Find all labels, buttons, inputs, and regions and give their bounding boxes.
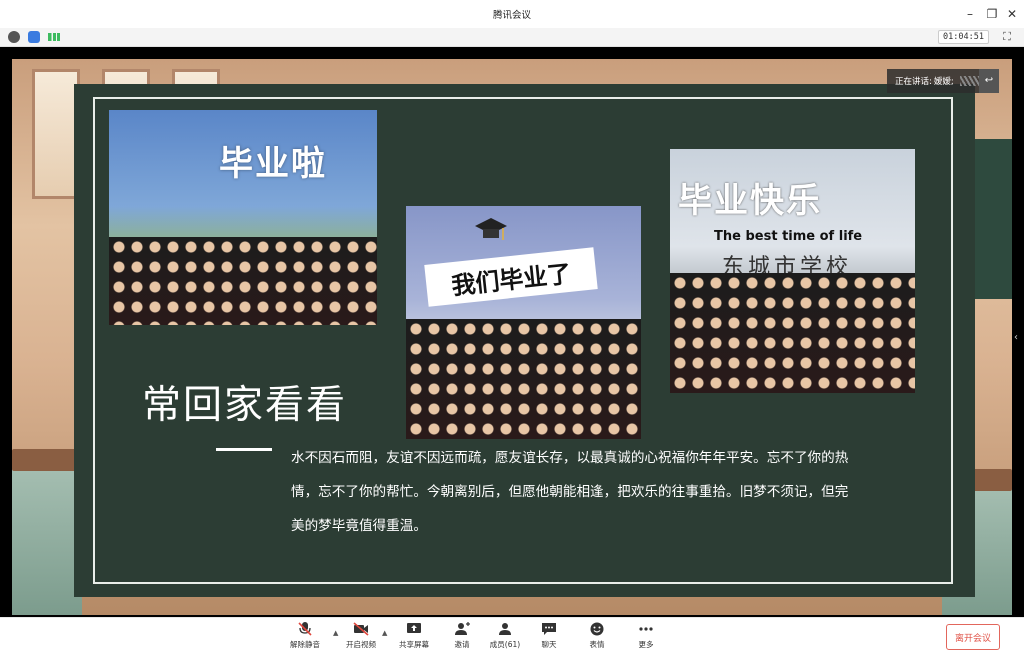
shared-screen-stage: 毕业啦 我们毕业了 毕业快乐 The best time of life 东城市… <box>0 47 1024 617</box>
close-icon[interactable]: ✕ <box>1000 0 1024 28</box>
background-desk <box>12 459 82 615</box>
invite-icon <box>455 622 470 635</box>
fullscreen-icon[interactable]: ⛶ <box>1000 30 1014 44</box>
leave-meeting-button[interactable]: 离开会议 <box>946 624 1000 650</box>
camera-off-icon <box>353 622 369 636</box>
chevron-left-icon[interactable]: ‹ <box>1014 332 1022 348</box>
emoji-icon <box>590 622 604 636</box>
mic-muted-icon <box>298 622 312 636</box>
unmute-button[interactable]: 解除静音 <box>277 622 333 654</box>
start-video-label: 开启视频 <box>346 640 376 649</box>
share-screen-label: 共享屏幕 <box>399 640 429 649</box>
graduation-photo-2: 我们毕业了 <box>406 206 641 439</box>
photo3-title: 毕业快乐 <box>678 181 822 221</box>
background-chalkboard <box>972 139 1012 299</box>
graduates-crowd <box>109 237 377 325</box>
photo2-banner: 我们毕业了 <box>424 247 598 307</box>
members-label: 成员(61) <box>489 640 521 649</box>
reactions-button[interactable]: 表情 <box>569 622 625 654</box>
minimize-icon[interactable]: – <box>958 0 982 28</box>
start-video-button[interactable]: 开启视频 <box>333 622 389 654</box>
reactions-label: 表情 <box>589 640 605 649</box>
graduates-crowd <box>670 273 915 393</box>
heading-underline <box>216 448 272 451</box>
more-button[interactable]: 更多 <box>618 622 674 654</box>
slide-paragraph: 水不因石而阻，友谊不因远而疏，愿友谊长存，以最真诚的心祝福你年年平安。忘不了你的… <box>291 450 849 534</box>
more-icon <box>639 627 653 631</box>
chat-label: 聊天 <box>541 640 557 649</box>
background-window <box>32 69 80 199</box>
speaker-name: 嫒嫒; <box>933 77 954 87</box>
invite-label: 邀请 <box>454 640 470 649</box>
speaking-indicator: 正在讲话: 嫒嫒; ↩ <box>887 69 999 93</box>
graduation-photo-3: 毕业快乐 The best time of life 东城市学校 <box>670 149 915 393</box>
graduation-cap-icon <box>475 218 507 240</box>
photo1-caption: 毕业啦 <box>219 144 327 184</box>
meeting-toolbar: 解除静音 ▲ 开启视频 ▲ 共享屏幕 邀请 成员(61) 聊天 表情 更多 离开… <box>0 617 1024 655</box>
info-icon[interactable] <box>8 31 20 43</box>
photo2-caption: 我们毕业了 <box>450 259 573 300</box>
speaking-label: 正在讲话: <box>895 77 932 87</box>
signal-icon[interactable] <box>48 33 60 41</box>
background-desk-top <box>12 449 82 471</box>
photo3-subtitle: The best time of life <box>714 229 863 244</box>
title-bar: 腾讯会议 – ❐ ✕ <box>0 0 1024 28</box>
shield-icon[interactable] <box>28 31 40 43</box>
meeting-info-bar: 01:04:51 ⛶ <box>0 28 1024 47</box>
more-label: 更多 <box>638 640 654 649</box>
unmute-label: 解除静音 <box>290 640 320 649</box>
slide-heading: 常回家看看 <box>142 383 348 428</box>
graduation-photo-1: 毕业啦 <box>109 110 377 325</box>
graduates-crowd <box>406 319 641 439</box>
return-icon[interactable]: ↩ <box>979 69 999 93</box>
meeting-timer: 01:04:51 <box>938 30 989 44</box>
members-icon <box>499 623 511 635</box>
chat-icon <box>542 623 556 635</box>
share-screen-icon <box>407 623 421 633</box>
chalkboard-slide: 毕业啦 我们毕业了 毕业快乐 The best time of life 东城市… <box>74 84 975 597</box>
window-title: 腾讯会议 <box>492 10 531 21</box>
